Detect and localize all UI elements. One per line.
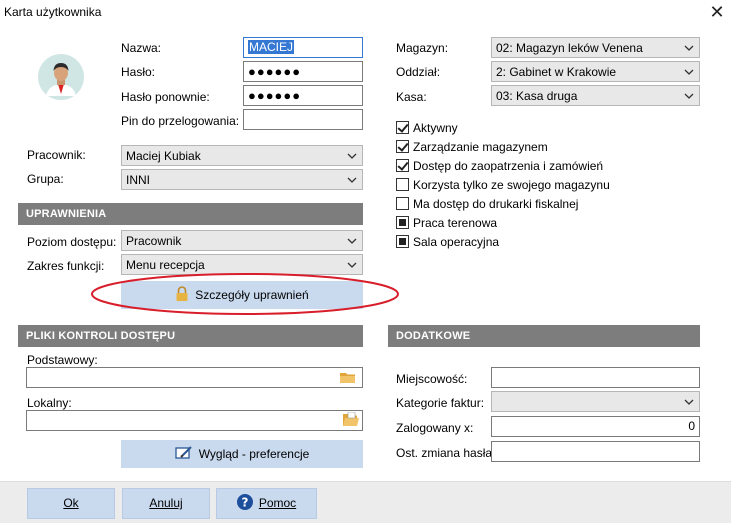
checkbox-box bbox=[396, 159, 409, 172]
pomoc-button[interactable]: ? Pomoc bbox=[216, 488, 317, 519]
folder-icon[interactable] bbox=[340, 372, 356, 384]
haslo-ponownie-input[interactable]: ●●●●●● bbox=[243, 85, 363, 106]
zalogowany-input[interactable]: 0 bbox=[491, 416, 700, 437]
zarzadzanie-magazynem-checkbox[interactable]: Zarządzanie magazynem bbox=[396, 140, 548, 154]
checkbox-box bbox=[396, 197, 409, 210]
folder-open-icon[interactable] bbox=[343, 412, 359, 427]
wyglad-preferencje-label: Wygląd - preferencje bbox=[198, 447, 310, 461]
haslo-input[interactable]: ●●●●●● bbox=[243, 61, 363, 82]
grupa-label: Grupa: bbox=[27, 172, 64, 186]
checkbox-label: Aktywny bbox=[413, 121, 458, 135]
pracownik-value: Maciej Kubiak bbox=[126, 149, 201, 163]
poziom-dostepu-value: Pracownik bbox=[126, 234, 182, 248]
ok-button[interactable]: Ok bbox=[27, 488, 115, 519]
highlight-ellipse bbox=[91, 273, 399, 315]
magazyn-select[interactable]: 02: Magazyn leków Venena bbox=[491, 37, 700, 58]
podstawowy-input[interactable] bbox=[26, 367, 363, 388]
chevron-down-icon bbox=[347, 153, 357, 159]
kasa-label: Kasa: bbox=[396, 90, 427, 104]
dodatkowe-header: DODATKOWE bbox=[388, 325, 700, 347]
magazyn-label: Magazyn: bbox=[396, 41, 449, 55]
checkbox-label: Dostęp do zaopatrzenia i zamówień bbox=[413, 159, 604, 173]
grupa-value: INNI bbox=[126, 173, 150, 187]
ost-zmiana-hasla-label: Ost. zmiana hasła: bbox=[396, 446, 496, 460]
pracownik-label: Pracownik: bbox=[27, 148, 86, 162]
poziom-dostepu-select[interactable]: Pracownik bbox=[121, 230, 363, 251]
kasa-select[interactable]: 03: Kasa druga bbox=[491, 85, 700, 106]
help-icon: ? bbox=[236, 494, 253, 510]
chevron-down-icon bbox=[684, 93, 694, 99]
ost-zmiana-hasla-input[interactable] bbox=[491, 441, 700, 462]
grupa-select[interactable]: INNI bbox=[121, 169, 363, 190]
checkbox-label: Zarządzanie magazynem bbox=[413, 140, 548, 154]
checkbox-box bbox=[396, 140, 409, 153]
chevron-down-icon bbox=[347, 177, 357, 183]
haslo-ponownie-label: Hasło ponownie: bbox=[121, 90, 210, 104]
kasa-value: 03: Kasa druga bbox=[496, 89, 578, 103]
lokalny-label: Lokalny: bbox=[27, 396, 72, 410]
drukarka-fiskalna-checkbox[interactable]: Ma dostęp do drukarki fiskalnej bbox=[396, 197, 578, 211]
ok-label: Ok bbox=[63, 496, 79, 510]
paintbrush-screen-icon bbox=[175, 446, 192, 459]
checkbox-label: Sala operacyjna bbox=[413, 235, 500, 249]
poziom-dostepu-label: Poziom dostępu: bbox=[27, 235, 117, 249]
wyglad-preferencje-button[interactable]: Wygląd - preferencje bbox=[121, 440, 363, 468]
kategorie-faktur-label: Kategorie faktur: bbox=[396, 396, 485, 410]
kategorie-faktur-select[interactable] bbox=[491, 391, 700, 412]
dostep-zaopatrzenia-checkbox[interactable]: Dostęp do zaopatrzenia i zamówień bbox=[396, 159, 603, 173]
tylko-swoj-magazyn-checkbox[interactable]: Korzysta tylko ze swojego magazynu bbox=[396, 178, 610, 192]
uprawnienia-header: UPRAWNIENIA bbox=[18, 203, 363, 225]
svg-text:?: ? bbox=[241, 496, 248, 510]
zalogowany-label: Zalogowany x: bbox=[396, 421, 474, 435]
title-bar bbox=[0, 0, 731, 27]
checkbox-label: Praca terenowa bbox=[413, 216, 498, 230]
pomoc-label: Pomoc bbox=[258, 496, 297, 510]
pin-label: Pin do przelogowania: bbox=[121, 114, 240, 128]
checkbox-label: Ma dostęp do drukarki fiskalnej bbox=[413, 197, 579, 211]
checkbox-box bbox=[396, 121, 409, 134]
sala-operacyjna-checkbox[interactable]: Sala operacyjna bbox=[396, 235, 499, 249]
praca-terenowa-checkbox[interactable]: Praca terenowa bbox=[396, 216, 497, 230]
oddzial-label: Oddział: bbox=[396, 65, 441, 79]
oddzial-select[interactable]: 2: Gabinet w Krakowie bbox=[491, 61, 700, 82]
haslo-label: Hasło: bbox=[121, 65, 156, 79]
nazwa-value: MACIEJ bbox=[248, 40, 295, 54]
anuluj-button[interactable]: Anuluj bbox=[122, 488, 210, 519]
miejscowosc-label: Miejscowość: bbox=[396, 372, 468, 386]
oddzial-value: 2: Gabinet w Krakowie bbox=[496, 65, 617, 79]
chevron-down-icon bbox=[684, 45, 694, 51]
pliki-kontroli-header: PLIKI KONTROLI DOSTĘPU bbox=[18, 325, 363, 347]
miejscowosc-input[interactable] bbox=[491, 367, 700, 388]
aktywny-checkbox[interactable]: Aktywny bbox=[396, 121, 458, 135]
chevron-down-icon bbox=[347, 238, 357, 244]
checkbox-box bbox=[396, 235, 409, 248]
checkbox-label: Korzysta tylko ze swojego magazynu bbox=[413, 178, 610, 192]
pracownik-select[interactable]: Maciej Kubiak bbox=[121, 145, 363, 166]
checkbox-box bbox=[396, 216, 409, 229]
avatar bbox=[38, 54, 84, 100]
lokalny-input[interactable] bbox=[26, 410, 363, 431]
nazwa-input[interactable]: MACIEJ bbox=[243, 37, 363, 58]
podstawowy-label: Podstawowy: bbox=[27, 353, 98, 367]
anuluj-label: Anuluj bbox=[149, 496, 183, 510]
chevron-down-icon bbox=[684, 69, 694, 75]
magazyn-value: 02: Magazyn leków Venena bbox=[496, 41, 643, 55]
chevron-down-icon bbox=[684, 399, 694, 405]
checkbox-box bbox=[396, 178, 409, 191]
close-icon[interactable]: ✕ bbox=[705, 2, 729, 24]
pin-input[interactable] bbox=[243, 109, 363, 130]
window-title: Karta użytkownika bbox=[4, 5, 102, 19]
nazwa-label: Nazwa: bbox=[121, 41, 162, 55]
